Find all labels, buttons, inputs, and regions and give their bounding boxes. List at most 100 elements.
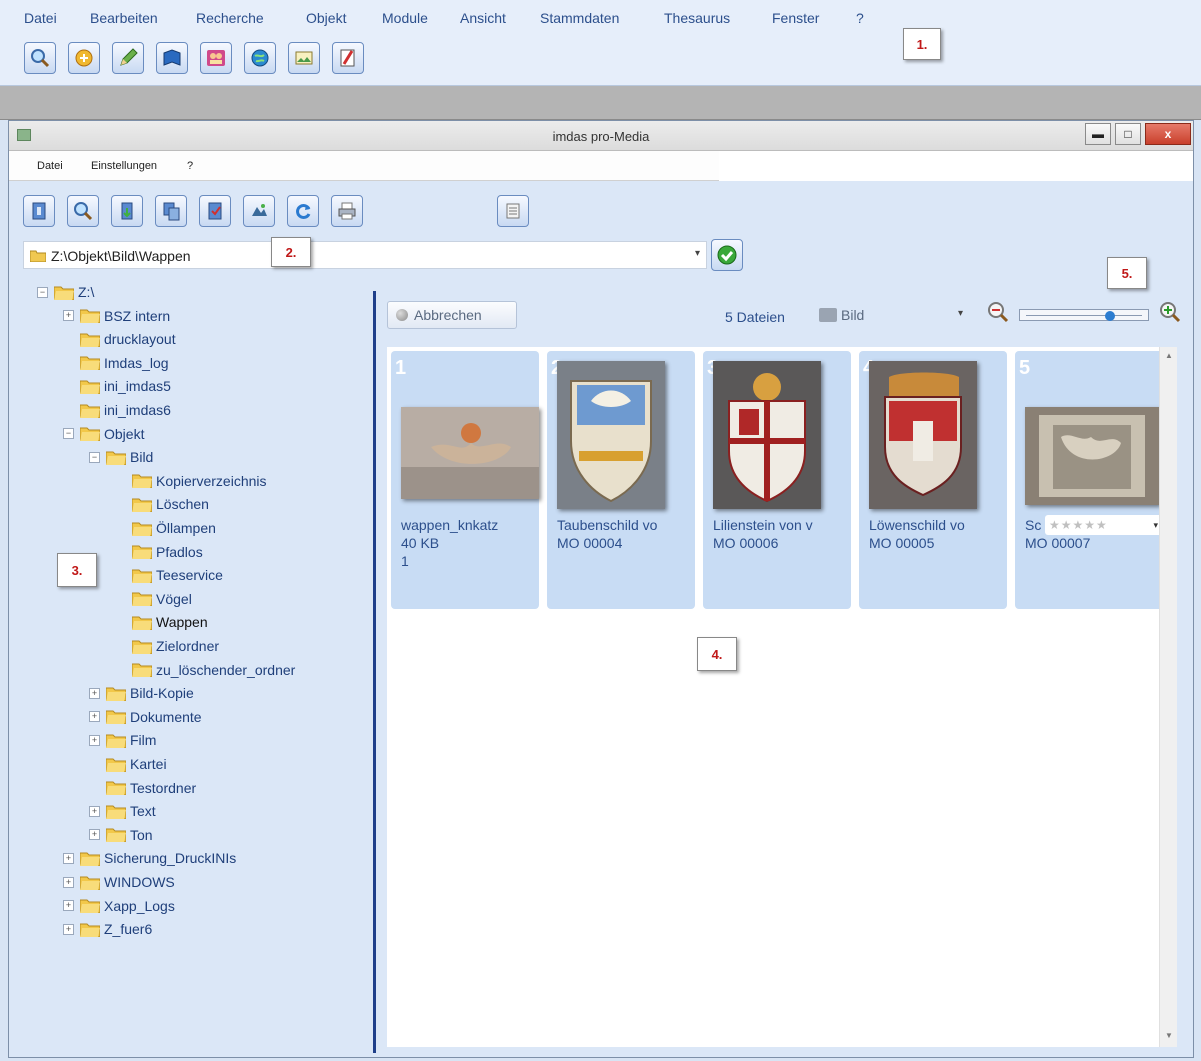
search-button[interactable] xyxy=(24,42,56,74)
persons-button[interactable] xyxy=(200,42,232,74)
media-card[interactable]: 1 wappen_knkatz 40 KB 1 xyxy=(391,351,539,609)
collapse-icon[interactable]: − xyxy=(37,286,48,298)
path-combobox[interactable]: Z:\Objekt\Bild\Wappen ▾ xyxy=(23,241,707,269)
tree-item[interactable]: ini_imdas5 xyxy=(63,375,171,397)
copy-button[interactable] xyxy=(155,195,187,227)
media-card[interactable]: 4 Löwenschild vo MO 00005 xyxy=(859,351,1007,609)
tree-item[interactable]: Löschen xyxy=(115,493,209,515)
tree-item[interactable]: − Objekt xyxy=(63,423,144,445)
zoom-out-icon[interactable] xyxy=(985,299,1011,325)
expand-icon[interactable]: + xyxy=(63,876,74,888)
collapse-icon[interactable]: − xyxy=(89,451,100,463)
expand-icon[interactable]: + xyxy=(89,711,100,723)
win-search-button[interactable] xyxy=(67,195,99,227)
refresh-button[interactable] xyxy=(287,195,319,227)
collapse-icon[interactable]: − xyxy=(63,428,74,440)
import-button[interactable] xyxy=(111,195,143,227)
tree-item[interactable]: Pfadlos xyxy=(115,541,203,563)
card-thumbnail[interactable] xyxy=(557,361,665,509)
print-button[interactable] xyxy=(331,195,363,227)
tree-item[interactable]: + Ton xyxy=(89,824,153,846)
zoom-slider-thumb[interactable] xyxy=(1104,311,1115,321)
path-go-button[interactable] xyxy=(711,239,743,271)
tree-item[interactable]: Kopierverzeichnis xyxy=(115,470,267,492)
card-thumbnail[interactable] xyxy=(401,407,539,499)
path-dropdown-icon[interactable]: ▾ xyxy=(695,248,700,259)
media-card[interactable]: 5 Sc ★★★★★ ▾ MO 00007 xyxy=(1015,351,1163,609)
zoom-in-icon[interactable] xyxy=(1157,299,1183,325)
expand-icon[interactable]: + xyxy=(63,900,74,912)
app-menu-help[interactable]: ? xyxy=(856,10,864,26)
app-menu-stammdaten[interactable]: Stammdaten xyxy=(540,10,619,26)
app-menu-module[interactable]: Module xyxy=(382,10,428,26)
expand-icon[interactable]: + xyxy=(89,734,100,746)
tree-item[interactable]: + Z_fuer6 xyxy=(63,918,152,940)
card-thumbnail[interactable] xyxy=(713,361,821,509)
win-menu-einstellungen[interactable]: Einstellungen xyxy=(91,160,157,172)
app-menu-datei[interactable]: Datei xyxy=(24,10,57,26)
maximize-button[interactable]: □ xyxy=(1115,123,1141,145)
tree-item[interactable]: + Xapp_Logs xyxy=(63,895,175,917)
rating-stars[interactable]: ★★★★★ xyxy=(1049,518,1108,532)
tree-item[interactable]: + Bild-Kopie xyxy=(89,682,194,704)
rating-widget[interactable]: ★★★★★ ▾ xyxy=(1045,515,1163,535)
tree-item[interactable]: − Z:\ xyxy=(37,281,94,303)
app-menu-fenster[interactable]: Fenster xyxy=(772,10,819,26)
exit-button[interactable] xyxy=(23,195,55,227)
edit-button[interactable] xyxy=(112,42,144,74)
type-select[interactable]: Bild ▾ xyxy=(815,301,969,329)
tree-item[interactable]: drucklayout xyxy=(63,328,176,350)
zoom-slider[interactable] xyxy=(1019,309,1149,321)
app-menu-ansicht[interactable]: Ansicht xyxy=(460,10,506,26)
images-button[interactable] xyxy=(243,195,275,227)
win-menu-datei[interactable]: Datei xyxy=(37,160,63,172)
card-thumbnail[interactable] xyxy=(869,361,977,509)
expand-icon[interactable]: + xyxy=(89,687,100,699)
globe-button[interactable] xyxy=(244,42,276,74)
tree-item[interactable]: Testordner xyxy=(89,777,196,799)
expand-icon[interactable]: + xyxy=(63,923,74,935)
tree-item[interactable]: + Sicherung_DruckINIs xyxy=(63,847,236,869)
tree-item[interactable]: + BSZ intern xyxy=(63,305,170,327)
image-button[interactable] xyxy=(288,42,320,74)
tree-item[interactable]: + Dokumente xyxy=(89,706,202,728)
list-view-button[interactable] xyxy=(497,195,529,227)
thesaurus-button[interactable] xyxy=(156,42,188,74)
checkin-button[interactable] xyxy=(199,195,231,227)
card-thumbnail[interactable] xyxy=(1025,407,1159,505)
app-menu-bearbeiten[interactable]: Bearbeiten xyxy=(90,10,158,26)
checklist-button[interactable] xyxy=(332,42,364,74)
tree-item[interactable]: Vögel xyxy=(115,588,192,610)
minimize-button[interactable]: ▬ xyxy=(1085,123,1111,145)
tree-item[interactable]: Imdas_log xyxy=(63,352,169,374)
win-menu-help[interactable]: ? xyxy=(187,160,193,172)
app-menu-recherche[interactable]: Recherche xyxy=(196,10,264,26)
scroll-down-icon[interactable]: ▼ xyxy=(1163,1031,1175,1043)
expand-icon[interactable]: + xyxy=(89,829,100,841)
tree-item[interactable]: Öllampen xyxy=(115,517,216,539)
media-card[interactable]: 2 Taubenschild vo MO 00004 xyxy=(547,351,695,609)
app-menu-thesaurus[interactable]: Thesaurus xyxy=(664,10,730,26)
tree-item[interactable]: + Film xyxy=(89,729,156,751)
tree-item[interactable]: ini_imdas6 xyxy=(63,399,171,421)
expand-icon[interactable]: + xyxy=(89,805,100,817)
type-dropdown-icon[interactable]: ▾ xyxy=(958,308,963,319)
tree-item[interactable]: Kartei xyxy=(89,753,167,775)
close-button[interactable]: x xyxy=(1145,123,1191,145)
tree-item[interactable]: Teeservice xyxy=(115,564,223,586)
cancel-button[interactable]: Abbrechen xyxy=(387,301,517,329)
expand-icon[interactable]: + xyxy=(63,852,74,864)
tree-item[interactable]: zu_löschender_ordner xyxy=(115,659,295,681)
panel-splitter[interactable] xyxy=(373,291,376,1053)
open-object-button[interactable] xyxy=(68,42,100,74)
media-card[interactable]: 3 Lilienstein von v MO 00006 xyxy=(703,351,851,609)
tree-item[interactable]: Zielordner xyxy=(115,635,219,657)
scroll-up-icon[interactable]: ▲ xyxy=(1163,351,1175,363)
app-menu-objekt[interactable]: Objekt xyxy=(306,10,346,26)
gallery-scrollbar[interactable]: ▲ ▼ xyxy=(1159,347,1177,1047)
tree-item[interactable]: − Bild xyxy=(89,446,153,468)
tree-item[interactable]: + WINDOWS xyxy=(63,871,175,893)
tree-item[interactable]: + Text xyxy=(89,800,156,822)
expand-icon[interactable]: + xyxy=(63,310,74,322)
tree-item[interactable]: Wappen xyxy=(115,611,208,633)
